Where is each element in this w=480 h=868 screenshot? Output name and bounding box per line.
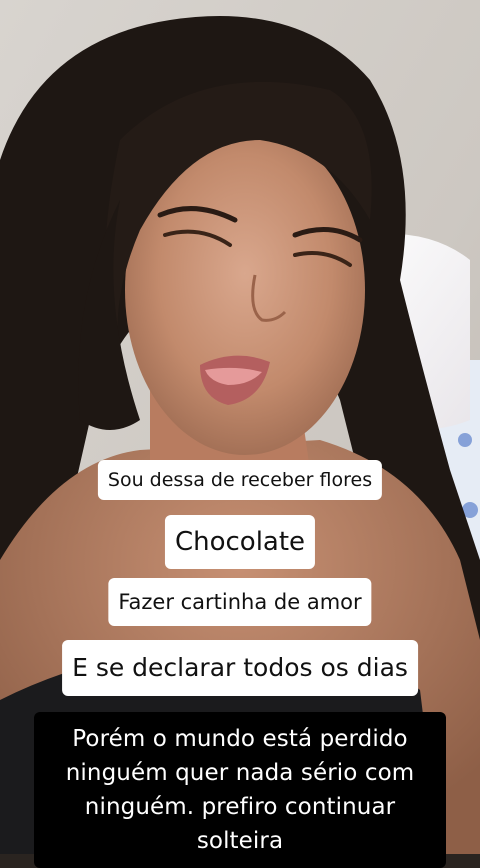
caption-receive-flowers: Sou dessa de receber flores bbox=[97, 460, 383, 500]
caption-chocolate: Chocolate bbox=[164, 515, 316, 569]
caption-world-is-lost: Porém o mundo está perdido ninguém quer … bbox=[34, 712, 446, 868]
caption-stack: Sou dessa de receber flores Chocolate Fa… bbox=[0, 0, 480, 868]
caption-love-letter: Fazer cartinha de amor bbox=[108, 578, 372, 626]
caption-declare-every-day: E se declarar todos os dias bbox=[62, 640, 418, 696]
